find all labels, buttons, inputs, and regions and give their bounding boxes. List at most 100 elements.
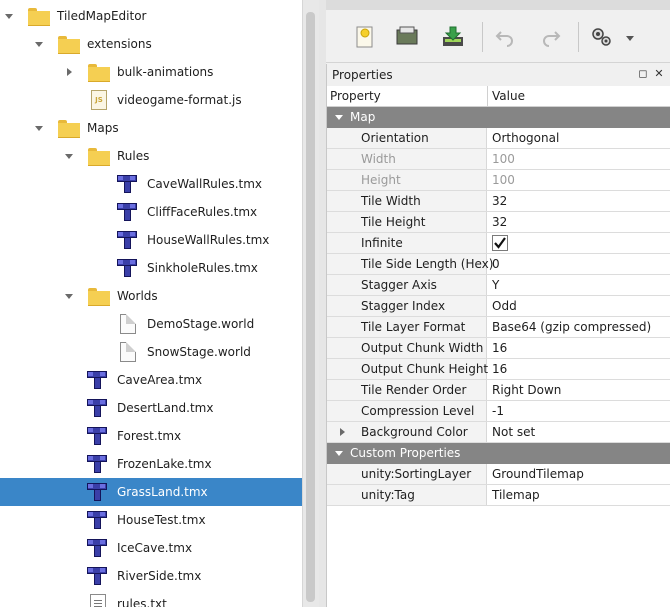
group-custom-properties[interactable]: Custom Properties xyxy=(327,443,670,464)
expand-arrow-icon[interactable] xyxy=(335,451,343,456)
tree-item-desertland[interactable]: DesertLand.tmx xyxy=(0,394,302,422)
tree-item-snowstage[interactable]: SnowStage.world xyxy=(0,338,302,366)
tree-scrollbar[interactable] xyxy=(302,0,319,607)
tree-item-label: DesertLand.tmx xyxy=(117,401,214,415)
tree-item-cavearea[interactable]: CaveArea.tmx xyxy=(0,366,302,394)
property-row-output-chunk-width[interactable]: Output Chunk Width 16 xyxy=(327,338,670,359)
column-value-header[interactable]: Value xyxy=(492,89,525,103)
open-file-icon[interactable] xyxy=(394,24,420,50)
property-name: Stagger Axis xyxy=(361,278,437,292)
tree-item-housetest[interactable]: HouseTest.tmx xyxy=(0,506,302,534)
tree-item-label: SinkholeRules.tmx xyxy=(147,261,258,275)
tree-item-extensions[interactable]: extensions xyxy=(0,30,302,58)
expand-arrow-icon[interactable] xyxy=(340,428,345,436)
settings-icon[interactable] xyxy=(589,24,615,50)
property-value[interactable]: Y xyxy=(492,278,499,292)
properties-title: Properties xyxy=(332,68,393,82)
property-value[interactable]: Odd xyxy=(492,299,517,313)
infinite-checkbox[interactable] xyxy=(492,235,508,251)
tree-item-label: TiledMapEditor xyxy=(57,9,147,23)
tree-item-sinkholerules[interactable]: SinkholeRules.tmx xyxy=(0,254,302,282)
dropdown-arrow-icon[interactable] xyxy=(625,34,635,42)
panel-splitter[interactable] xyxy=(319,0,326,607)
tree-item-videogame-format[interactable]: JS videogame-format.js xyxy=(0,86,302,114)
tree-item-clifffacerules[interactable]: CliffFaceRules.tmx xyxy=(0,198,302,226)
tree-item-grassland[interactable]: GrassLand.tmx xyxy=(0,478,302,506)
property-row-tile-height[interactable]: Tile Height 32 xyxy=(327,212,670,233)
property-row-tile-width[interactable]: Tile Width 32 xyxy=(327,191,670,212)
property-row-background-color[interactable]: Background Color Not set xyxy=(327,422,670,443)
property-value[interactable]: GroundTilemap xyxy=(492,467,584,481)
tree-item-icecave[interactable]: IceCave.tmx xyxy=(0,534,302,562)
property-name: Height xyxy=(361,173,401,187)
property-row-tile-side-length[interactable]: Tile Side Length (Hex) 0 xyxy=(327,254,670,275)
column-divider[interactable] xyxy=(487,86,488,107)
file-icon xyxy=(120,314,136,334)
column-property-header[interactable]: Property xyxy=(330,89,381,103)
property-value[interactable]: 32 xyxy=(492,215,507,229)
tree-item-cavewallrules[interactable]: CaveWallRules.tmx xyxy=(0,170,302,198)
tree-item-worlds[interactable]: Worlds xyxy=(0,282,302,310)
tree-item-riverside[interactable]: RiverSide.tmx xyxy=(0,562,302,590)
group-map[interactable]: Map xyxy=(327,107,670,128)
tree-item-housewallrules[interactable]: HouseWallRules.tmx xyxy=(0,226,302,254)
property-row-orientation[interactable]: Orientation Orthogonal xyxy=(327,128,670,149)
float-panel-icon[interactable]: ◻ xyxy=(637,68,649,80)
close-panel-icon[interactable]: ✕ xyxy=(653,68,665,80)
property-value[interactable]: -1 xyxy=(492,404,504,418)
property-row-unity-sortinglayer[interactable]: unity:SortingLayer GroundTilemap xyxy=(327,464,670,485)
tree-item-rules-txt[interactable]: rules.txt xyxy=(0,590,302,607)
tree-item-label: HouseWallRules.tmx xyxy=(147,233,270,247)
property-value[interactable]: Right Down xyxy=(492,383,561,397)
tree-item-label: Worlds xyxy=(117,289,158,303)
group-label: Custom Properties xyxy=(350,446,461,460)
file-icon xyxy=(120,342,136,362)
save-file-icon[interactable] xyxy=(440,24,466,50)
expand-arrow-icon[interactable] xyxy=(64,291,74,301)
tree-item-demostage[interactable]: DemoStage.world xyxy=(0,310,302,338)
property-value[interactable]: 16 xyxy=(492,362,507,376)
property-value[interactable]: Orthogonal xyxy=(492,131,559,145)
properties-titlebar: Properties ◻ ✕ xyxy=(327,64,670,86)
property-value: 100 xyxy=(492,173,515,187)
property-name: unity:Tag xyxy=(361,488,415,502)
tmx-file-icon xyxy=(87,538,107,558)
redo-icon[interactable] xyxy=(538,24,564,50)
folder-icon xyxy=(28,8,50,26)
property-name: Output Chunk Height xyxy=(361,362,489,376)
tree-item-frozenlake[interactable]: FrozenLake.tmx xyxy=(0,450,302,478)
tree-item-maps[interactable]: Maps xyxy=(0,114,302,142)
tree-item-rules[interactable]: Rules xyxy=(0,142,302,170)
tmx-file-icon xyxy=(117,258,137,278)
property-row-compression-level[interactable]: Compression Level -1 xyxy=(327,401,670,422)
property-value[interactable]: Base64 (gzip compressed) xyxy=(492,320,651,334)
property-row-output-chunk-height[interactable]: Output Chunk Height 16 xyxy=(327,359,670,380)
property-name: Tile Width xyxy=(361,194,421,208)
property-row-tile-render-order[interactable]: Tile Render Order Right Down xyxy=(327,380,670,401)
expand-arrow-icon[interactable] xyxy=(335,115,343,120)
properties-column-header: Property Value xyxy=(327,86,670,107)
property-value[interactable]: 0 xyxy=(492,257,500,271)
expand-arrow-icon[interactable] xyxy=(34,39,44,49)
property-row-stagger-axis[interactable]: Stagger Axis Y xyxy=(327,275,670,296)
undo-icon[interactable] xyxy=(492,24,518,50)
property-name: Tile Layer Format xyxy=(361,320,466,334)
collapsed-arrow-icon[interactable] xyxy=(64,67,74,77)
tmx-file-icon xyxy=(117,202,137,222)
expand-arrow-icon[interactable] xyxy=(34,123,44,133)
new-file-icon[interactable] xyxy=(352,24,378,50)
property-row-unity-tag[interactable]: unity:Tag Tilemap xyxy=(327,485,670,506)
property-value[interactable]: Not set xyxy=(492,425,535,439)
property-row-tile-layer-format[interactable]: Tile Layer Format Base64 (gzip compresse… xyxy=(327,317,670,338)
property-row-infinite[interactable]: Infinite xyxy=(327,233,670,254)
property-row-stagger-index[interactable]: Stagger Index Odd xyxy=(327,296,670,317)
property-value[interactable]: Tilemap xyxy=(492,488,540,502)
tree-item-bulk-animations[interactable]: bulk-animations xyxy=(0,58,302,86)
expand-arrow-icon[interactable] xyxy=(4,11,14,21)
property-value[interactable]: 32 xyxy=(492,194,507,208)
tree-item-tiledmapeditor[interactable]: TiledMapEditor xyxy=(0,2,302,30)
tree-item-forest[interactable]: Forest.tmx xyxy=(0,422,302,450)
expand-arrow-icon[interactable] xyxy=(64,151,74,161)
property-value[interactable]: 16 xyxy=(492,341,507,355)
scrollbar-thumb[interactable] xyxy=(306,12,315,602)
